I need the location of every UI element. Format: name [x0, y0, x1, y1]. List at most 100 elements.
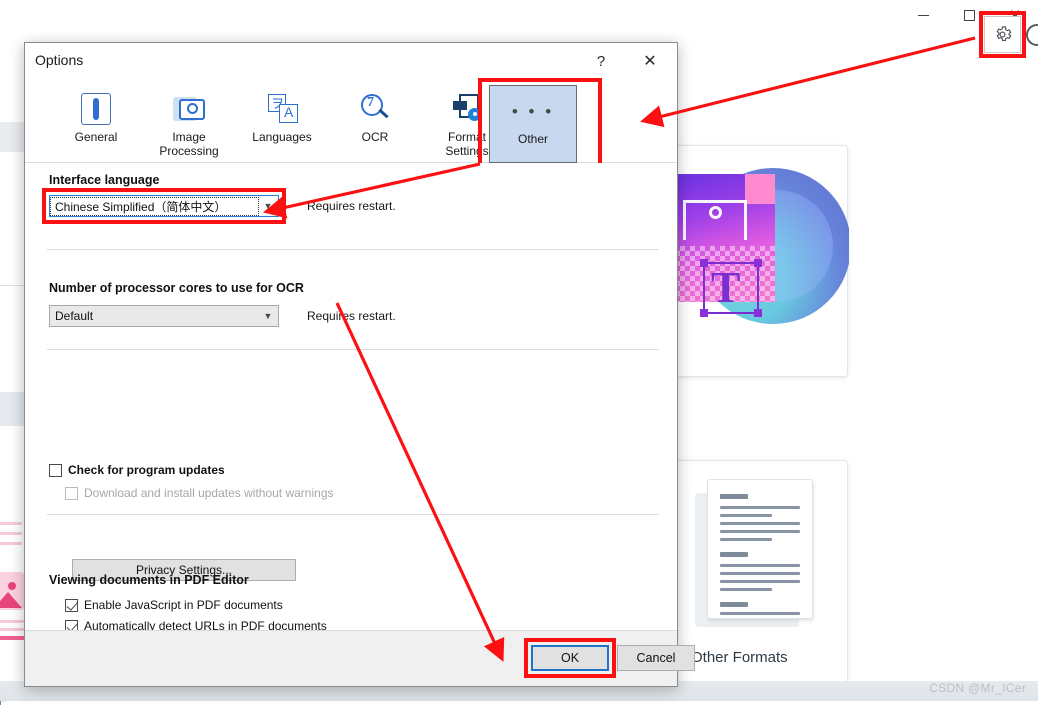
ocr-editor-card[interactable]: T [672, 145, 848, 377]
dialog-titlebar: Options ? ✕ [25, 43, 677, 79]
check-updates-checkbox[interactable] [49, 464, 62, 477]
tab-ocr-label: OCR [362, 130, 389, 144]
camera-icon [173, 90, 205, 128]
text-line [720, 538, 772, 541]
decor-line [0, 542, 22, 545]
decor-line [0, 620, 24, 623]
tab-other-label: Other [518, 132, 548, 146]
enable-javascript-checkbox[interactable] [65, 599, 78, 612]
ocr-illustration: T [673, 156, 849, 356]
dialog-tabstrip: General Image Processing ヲA Languages 7 … [25, 79, 677, 163]
tab-image-label-line2: Processing [159, 144, 218, 158]
divider [47, 514, 659, 515]
text-line [720, 580, 800, 583]
text-line [720, 506, 800, 509]
interface-language-value: Chinese Simplified（简体中文） [51, 198, 258, 215]
text-line [720, 552, 748, 557]
background-pink-card[interactable] [0, 510, 24, 670]
text-line [720, 602, 748, 607]
letter-t-icon: T [711, 268, 740, 308]
auto-download-checkbox[interactable] [65, 487, 78, 500]
tab-other[interactable]: • • • Other [489, 85, 577, 163]
enable-javascript-row[interactable]: Enable JavaScript in PDF documents [65, 598, 283, 612]
text-line [720, 494, 748, 499]
other-formats-card[interactable]: Other Formats [672, 460, 848, 683]
dialog-help-button[interactable]: ? [587, 49, 615, 73]
app-titlebar: ✕ [0, 0, 1038, 40]
handle [700, 309, 708, 317]
processor-cores-title: Number of processor cores to use for OCR [49, 281, 304, 295]
tab-languages[interactable]: ヲA Languages [243, 83, 321, 159]
gear-icon [993, 25, 1012, 44]
ellipsis-glyph: • • • [512, 103, 554, 120]
magnifier-icon: 7 [359, 90, 391, 128]
chevron-down-icon: ▼ [258, 196, 278, 216]
device-icon [81, 90, 111, 128]
mountain-icon [0, 592, 22, 608]
sun-icon [709, 206, 722, 219]
ellipsis-icon: • • • [512, 92, 554, 130]
enable-javascript-label: Enable JavaScript in PDF documents [84, 598, 283, 612]
processor-cores-select[interactable]: Default ▼ [49, 305, 279, 327]
decor-bar [0, 636, 24, 640]
tab-image-processing[interactable]: Image Processing [150, 83, 228, 159]
text-line [720, 572, 800, 575]
dialog-footer: OK Cancel [25, 630, 677, 686]
background-left-strip: dit um , an DF [0, 40, 26, 683]
options-dialog: Options ? ✕ General Image Processing ヲA … [24, 42, 678, 687]
tab-format-label-line2: Settings [445, 144, 488, 158]
interface-language-hint: Requires restart. [307, 199, 396, 213]
tab-ocr[interactable]: 7 OCR [336, 83, 414, 159]
document-fold [745, 174, 775, 204]
text-line [720, 522, 800, 525]
pdf-viewing-title: Viewing documents in PDF Editor [49, 573, 249, 587]
document-page [707, 479, 813, 619]
auto-download-label: Download and install updates without war… [84, 486, 334, 500]
tab-general-label: General [75, 130, 118, 144]
document-illustration [695, 479, 825, 627]
document-gear-icon [451, 90, 483, 128]
text-line [720, 530, 800, 533]
sun-icon [8, 582, 16, 590]
background-band [0, 392, 26, 426]
maximize-icon [964, 10, 975, 21]
handle [700, 259, 708, 267]
text-line [720, 514, 772, 517]
dialog-body: Interface language Chinese Simplified（简体… [25, 163, 677, 631]
ok-button[interactable]: OK [531, 645, 609, 671]
interface-language-select[interactable]: Chinese Simplified（简体中文） ▼ [49, 195, 279, 217]
processor-cores-value: Default [50, 309, 258, 323]
minimize-icon [918, 15, 929, 16]
dialog-close-button[interactable]: ✕ [633, 49, 667, 73]
cancel-button[interactable]: Cancel [617, 645, 695, 671]
text-line [720, 588, 772, 591]
interface-language-title: Interface language [49, 173, 159, 187]
divider [47, 249, 659, 250]
window-minimize-button[interactable] [900, 0, 946, 30]
background-divider [0, 285, 26, 286]
text-line [720, 564, 800, 567]
background-menu-row[interactable]: dit [0, 122, 26, 152]
tab-image-label-line1: Image [172, 130, 205, 144]
other-formats-caption: Other Formats [691, 649, 788, 666]
handle [754, 309, 762, 317]
check-updates-row[interactable]: Check for program updates [49, 463, 225, 477]
divider [47, 349, 659, 350]
decor-line [0, 532, 22, 535]
decor-line [0, 522, 22, 525]
tab-languages-label: Languages [252, 130, 311, 144]
processor-cores-hint: Requires restart. [307, 309, 396, 323]
handle [754, 259, 762, 267]
dialog-title: Options [35, 52, 83, 68]
chevron-down-icon: ▼ [258, 306, 278, 326]
translate-icon: ヲA [265, 90, 299, 128]
settings-gear-button[interactable] [984, 16, 1021, 53]
check-updates-label: Check for program updates [68, 463, 225, 477]
help-icon[interactable] [1026, 24, 1038, 46]
decor-line [0, 628, 24, 631]
text-line [720, 612, 800, 615]
tab-general[interactable]: General [57, 83, 135, 159]
auto-download-row[interactable]: Download and install updates without war… [65, 486, 334, 500]
tab-format-label-line1: Format [448, 130, 486, 144]
watermark: CSDN @Mr_ICer [929, 681, 1026, 695]
